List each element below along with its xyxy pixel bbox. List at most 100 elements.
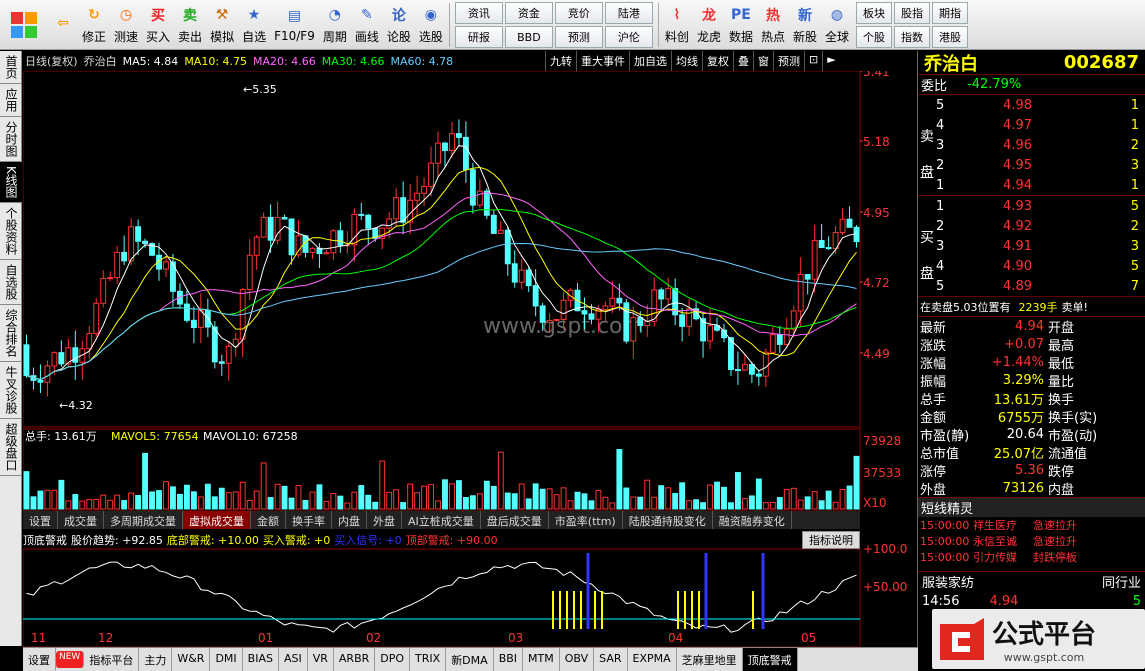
book-row[interactable]: 5 4.98 1 bbox=[918, 95, 1145, 115]
indicator-tab[interactable]: 顶底警戒 bbox=[742, 648, 798, 671]
info-grid-item[interactable]: 资讯 bbox=[454, 2, 503, 24]
left-tab-超级盘口[interactable]: 超级盘口 bbox=[0, 419, 22, 476]
indicator-tab[interactable]: BIAS bbox=[243, 648, 279, 671]
toolbar-button-0[interactable]: ⇦ bbox=[48, 0, 78, 48]
indicator-tab[interactable]: DPO bbox=[375, 648, 411, 671]
kline-button[interactable]: 复权 bbox=[702, 51, 733, 71]
indicator-tab[interactable]: TRIX bbox=[410, 648, 447, 671]
kline-button[interactable]: 叠 bbox=[733, 51, 753, 71]
left-tab-个股资料[interactable]: 个股资料 bbox=[0, 203, 22, 260]
toolbar-button-9[interactable]: ✎ 画线 bbox=[351, 0, 383, 48]
info-grid-item[interactable]: 竞价 bbox=[554, 2, 603, 24]
market-grid-item[interactable]: 期指 bbox=[932, 2, 969, 24]
sprite-item[interactable]: 15:00:00 引力传媒 封跌停板 bbox=[918, 549, 1145, 565]
book-row[interactable]: 4 4.97 1 bbox=[918, 115, 1145, 135]
kline-button[interactable]: 预测 bbox=[773, 51, 804, 71]
market-grid-item[interactable]: 港股 bbox=[932, 26, 969, 48]
volume-subtab[interactable]: 虚拟成交量 bbox=[183, 511, 251, 529]
volume-subtab[interactable]: 内盘 bbox=[332, 511, 367, 529]
book-row[interactable]: 3 4.91 3 bbox=[918, 236, 1145, 256]
market-grid-item[interactable]: 股指 bbox=[894, 2, 931, 24]
info-grid-item[interactable]: 资金 bbox=[504, 2, 553, 24]
indicator-tab[interactable]: 设置 bbox=[23, 648, 56, 671]
indicator-tab[interactable]: 芝麻里地里 bbox=[677, 648, 743, 671]
indicator-tab[interactable]: 主力 bbox=[139, 648, 173, 671]
toolbar-button-2[interactable]: ◷ 测速 bbox=[110, 0, 142, 48]
indicator-tab[interactable]: BBI bbox=[494, 648, 524, 671]
toolbar-button-11[interactable]: ◉ 选股 bbox=[415, 0, 447, 48]
info-grid-item[interactable]: BBD bbox=[504, 26, 553, 48]
indicator-tab[interactable]: 新DMA bbox=[446, 648, 494, 671]
kline-button[interactable]: 九转 bbox=[545, 51, 576, 71]
volume-subtab[interactable]: 换手率 bbox=[286, 511, 332, 529]
book-row[interactable]: 1 4.93 5 bbox=[918, 196, 1145, 216]
volume-subtab[interactable]: 外盘 bbox=[367, 511, 402, 529]
toolbar2-button-4[interactable]: 新新股 bbox=[789, 0, 821, 48]
kline-button[interactable]: 重大事件 bbox=[576, 51, 629, 71]
toolbar-button-6[interactable]: ★ 自选 bbox=[238, 0, 270, 48]
indicator-tab[interactable]: 指标平台 bbox=[84, 648, 140, 671]
kline-button[interactable]: 加自选 bbox=[629, 51, 671, 71]
indicator-tab[interactable]: VR bbox=[308, 648, 334, 671]
book-row[interactable]: 1 4.94 1 bbox=[918, 175, 1145, 195]
sector-label[interactable]: 服装家纺 bbox=[922, 572, 974, 591]
book-row[interactable]: 2 4.95 3 bbox=[918, 155, 1145, 175]
info-grid-item[interactable]: 预测 bbox=[554, 26, 603, 48]
indicator-tab[interactable]: OBV bbox=[560, 648, 595, 671]
left-tab-综合排名[interactable]: 综合排名 bbox=[0, 305, 22, 362]
indicator-tab[interactable]: W&R bbox=[172, 648, 211, 671]
book-row[interactable]: 4 4.90 5 bbox=[918, 256, 1145, 276]
left-tab-首页[interactable]: 首页 bbox=[0, 51, 22, 84]
kline-chart[interactable]: www.gspt.com5.415.184.954.724.49←5.35←4.… bbox=[23, 71, 918, 647]
market-grid-item[interactable]: 指数 bbox=[894, 26, 931, 48]
sector-peer-label[interactable]: 同行业 bbox=[1102, 572, 1141, 591]
volume-subtab[interactable]: 市盈率(ttm) bbox=[549, 511, 623, 529]
book-row[interactable]: 5 4.89 7 bbox=[918, 276, 1145, 296]
market-grid-item[interactable]: 板块 bbox=[856, 2, 893, 24]
left-tab-分时图[interactable]: 分时图 bbox=[0, 117, 22, 162]
toolbar-button-8[interactable]: ◔ 周期 bbox=[319, 0, 351, 48]
volume-subtab[interactable]: 融资融券变化 bbox=[713, 511, 792, 529]
market-grid-item[interactable]: 个股 bbox=[856, 26, 893, 48]
sprite-item[interactable]: 15:00:00 永信至诚 急速拉升 bbox=[918, 533, 1145, 549]
info-grid-item[interactable]: 陆港 bbox=[604, 2, 653, 24]
indicator-tab[interactable]: EXPMA bbox=[628, 648, 677, 671]
volume-subtab[interactable]: 成交量 bbox=[58, 511, 104, 529]
book-row[interactable]: 3 4.96 2 bbox=[918, 135, 1145, 155]
indicator-tab[interactable]: ASI bbox=[279, 648, 308, 671]
arrow-icon[interactable]: ► bbox=[822, 51, 839, 71]
kline-button[interactable]: 窗 bbox=[753, 51, 773, 71]
toolbar-button-7[interactable]: ▤ F10/F9 bbox=[270, 0, 319, 48]
toolbar-button-3[interactable]: 买买入 bbox=[142, 0, 174, 48]
toolbar-button-1[interactable]: ↻ 修正 bbox=[78, 0, 110, 48]
left-tab-牛叉诊股[interactable]: 牛叉诊股 bbox=[0, 362, 22, 419]
volume-subtab[interactable]: 设置 bbox=[23, 511, 58, 529]
indicator-tab[interactable]: ARBR bbox=[334, 648, 376, 671]
indicator-tab[interactable]: SAR bbox=[594, 648, 628, 671]
toolbar-button-5[interactable]: ⚒ 模拟 bbox=[206, 0, 238, 48]
lock-icon[interactable]: ⊡ bbox=[804, 51, 822, 71]
toolbar2-button-2[interactable]: PE 数据 bbox=[725, 0, 757, 48]
indicator-help-button[interactable]: 指标说明 bbox=[802, 531, 860, 549]
volume-subtab[interactable]: 陆股通持股变化 bbox=[623, 511, 713, 529]
left-tab-自选股[interactable]: 自选股 bbox=[0, 260, 22, 305]
toolbar-button-4[interactable]: 卖卖出 bbox=[174, 0, 206, 48]
toolbar2-button-1[interactable]: 龙龙虎 bbox=[693, 0, 725, 48]
volume-subtab[interactable]: 多周期成交量 bbox=[104, 511, 183, 529]
sprite-item[interactable]: 15:00:00 祥生医疗 急速拉升 bbox=[918, 517, 1145, 533]
info-grid-item[interactable]: 沪伦 bbox=[604, 26, 653, 48]
volume-subtab[interactable]: 盘后成交量 bbox=[481, 511, 549, 529]
indicator-tab[interactable]: NEW bbox=[56, 651, 85, 668]
volume-subtab[interactable]: AI立桩成交量 bbox=[402, 511, 481, 529]
kline-button[interactable]: 均线 bbox=[671, 51, 702, 71]
toolbar2-button-0[interactable]: ⌇ 料创 bbox=[661, 0, 693, 48]
toolbar2-button-3[interactable]: 热热点 bbox=[757, 0, 789, 48]
toolbar-button-10[interactable]: 论论股 bbox=[383, 0, 415, 48]
indicator-tab[interactable]: DMI bbox=[210, 648, 243, 671]
info-grid-item[interactable]: 研报 bbox=[454, 26, 503, 48]
book-row[interactable]: 2 4.92 2 bbox=[918, 216, 1145, 236]
toolbar2-button-5[interactable]: ◍ 全球 bbox=[821, 0, 853, 48]
left-tab-应用[interactable]: 应用 bbox=[0, 84, 22, 117]
left-tab-K线图[interactable]: K线图 bbox=[0, 162, 22, 203]
indicator-tab[interactable]: MTM bbox=[523, 648, 560, 671]
